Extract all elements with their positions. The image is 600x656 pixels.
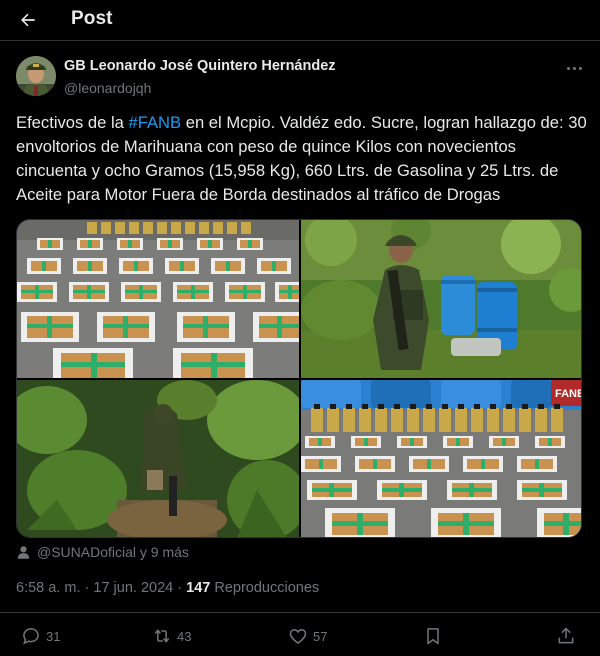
bookmark-button[interactable] (423, 626, 443, 646)
like-count: 57 (313, 628, 328, 644)
tagged-users[interactable]: @SUNADoficial y 9 más (16, 543, 189, 561)
heart-icon (289, 628, 307, 645)
action-bar: 31 43 57 (0, 624, 600, 652)
page-title: Post (71, 8, 113, 29)
post-meta: 6:58 a. m. · 17 jun. 2024 · 147 Reproduc… (16, 580, 319, 596)
top-bar: Post (0, 0, 600, 40)
more-options-button[interactable] (562, 60, 586, 76)
post-time[interactable]: 6:58 a. m. (16, 580, 80, 596)
like-button[interactable]: 57 (288, 626, 327, 646)
views-label: Reproducciones (214, 580, 320, 596)
more-dot-icon (572, 66, 576, 70)
share-icon (558, 627, 574, 644)
bookmark-icon (427, 628, 439, 645)
back-button[interactable] (14, 6, 42, 34)
reply-count: 31 (46, 628, 61, 644)
media-grid[interactable]: FANB (16, 219, 582, 538)
actions-divider (0, 612, 600, 613)
more-dot-icon (566, 66, 570, 70)
author-handle[interactable]: @leonardojqh (64, 80, 151, 96)
reply-button[interactable]: 31 (21, 626, 60, 646)
photo-soldier-vegetation[interactable] (17, 380, 299, 537)
meta-separator-2: · (177, 580, 183, 596)
avatar-image (16, 56, 56, 96)
repost-count: 43 (177, 628, 192, 644)
views-count: 147 (186, 580, 211, 596)
meta-separator: · (84, 580, 90, 596)
photo-soldier-barrels[interactable] (301, 220, 581, 378)
avatar[interactable] (16, 56, 56, 96)
tagged-users-label: @SUNADoficial y 9 más (37, 544, 189, 560)
arrow-left-icon (21, 13, 35, 27)
post-date[interactable]: 17 jun. 2024 (93, 580, 173, 596)
person-icon (17, 545, 30, 559)
post-text: Efectivos de la #FANB en el Mcpio. Valdé… (16, 111, 590, 207)
repost-icon (154, 629, 170, 643)
hashtag-link[interactable]: #FANB (129, 113, 182, 132)
banner-text: FANB (555, 388, 582, 400)
photo-packages-oil[interactable]: FANB (301, 380, 582, 537)
header-divider (0, 40, 600, 41)
repost-button[interactable]: 43 (152, 626, 191, 646)
photo-packages-floor[interactable] (17, 220, 299, 378)
reply-icon (23, 628, 39, 645)
author-name[interactable]: GB Leonardo José Quintero Hernández (64, 58, 336, 74)
post-text-start: Efectivos de la (16, 113, 129, 132)
share-button[interactable] (556, 626, 576, 646)
more-dot-icon (578, 66, 582, 70)
